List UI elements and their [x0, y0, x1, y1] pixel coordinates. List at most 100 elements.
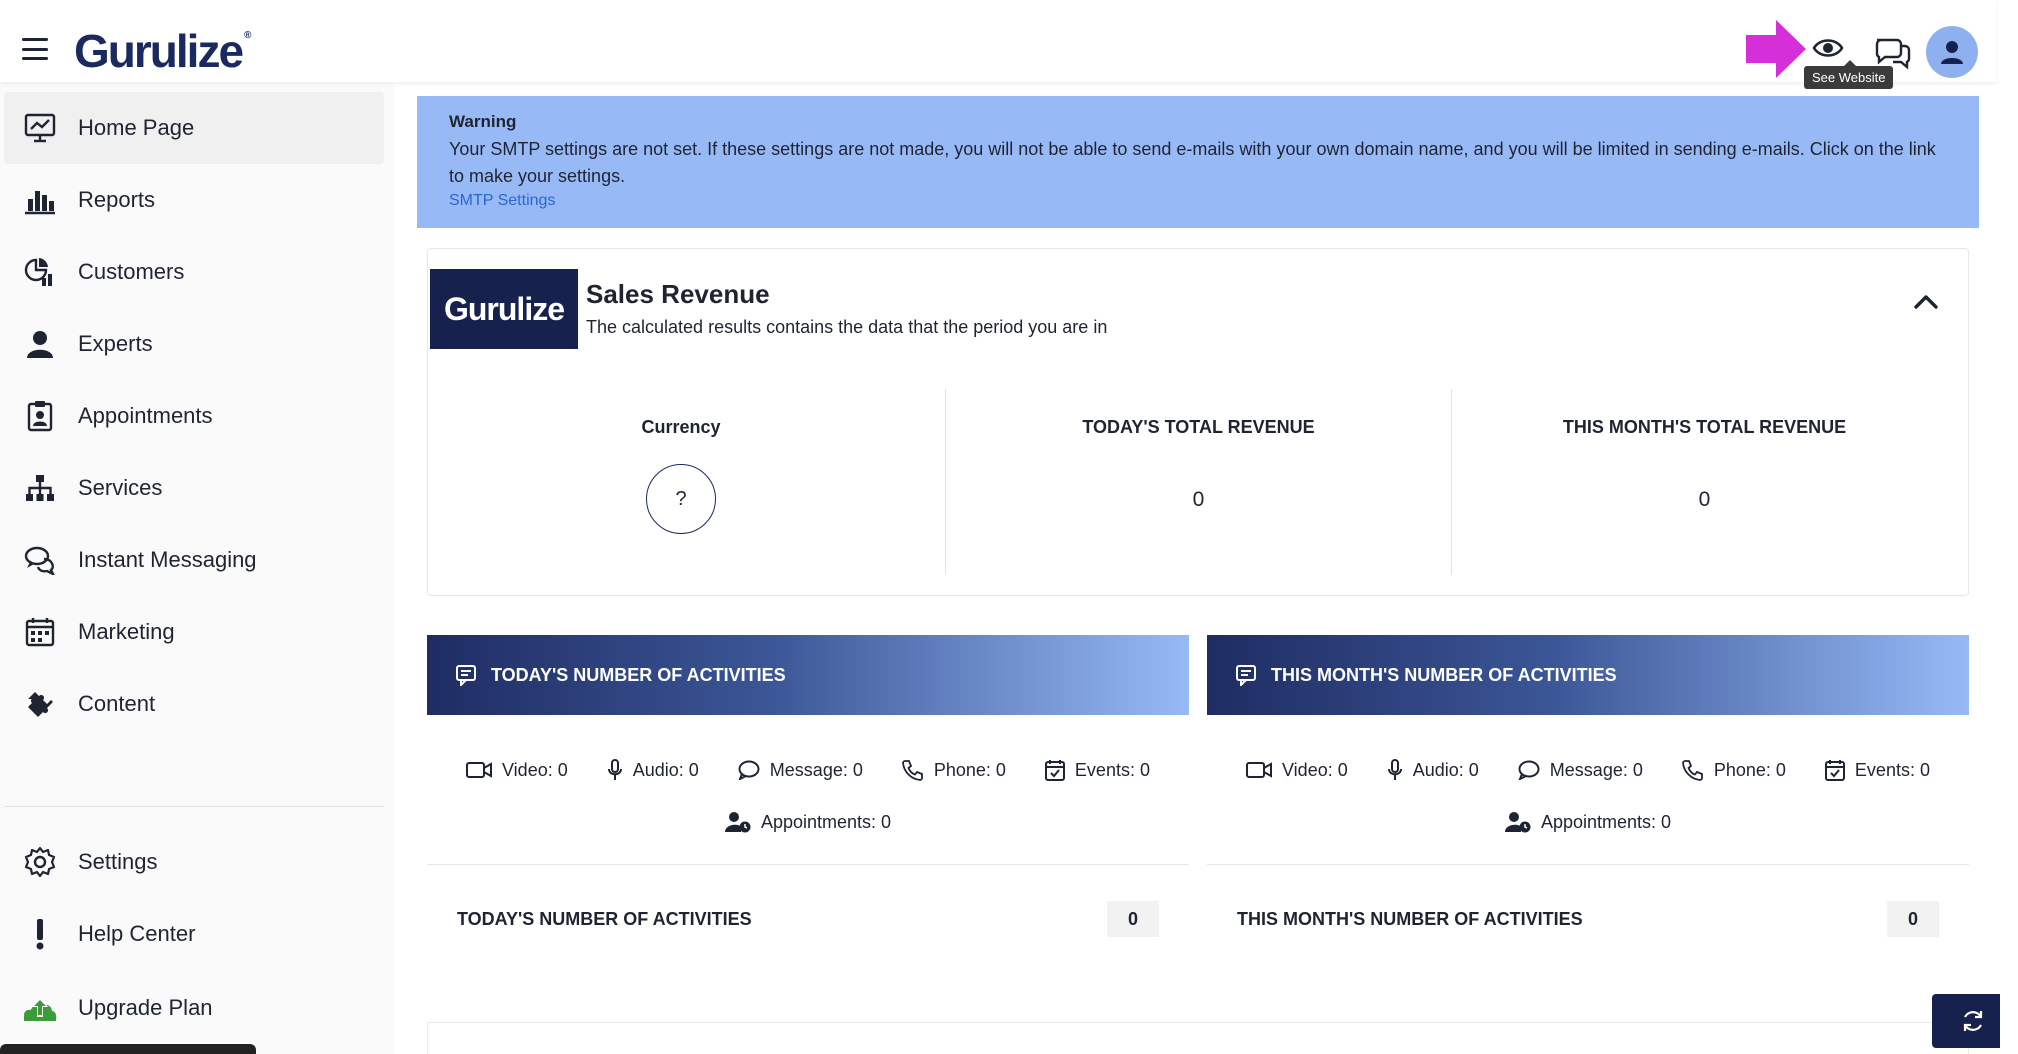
month-appointments-stat: Appointments: 0	[1504, 811, 1672, 833]
today-appointments-label: Appointments: 0	[760, 811, 892, 832]
today-activities-footer: TODAY'S NUMBER OF ACTIVITIES 0	[427, 865, 1189, 973]
user-icon	[1941, 41, 1963, 64]
currency-column: Currency ?	[428, 389, 934, 575]
video-camera-icon	[1246, 762, 1272, 778]
month-message-stat: Message: 0	[1518, 759, 1643, 781]
top-header: Gurulize ® See Website	[0, 0, 1996, 89]
currency-label: Currency	[641, 417, 721, 437]
month-video-stat: Video: 0	[1246, 759, 1348, 781]
eye-icon[interactable]	[1808, 28, 1848, 68]
calendar-check-icon	[1824, 760, 1845, 781]
sidebar-item-label: Instant Messaging	[78, 547, 257, 572]
today-events-stat: Events: 0	[1044, 759, 1150, 781]
today-activities-header: TODAY'S NUMBER OF ACTIVITIES	[427, 635, 1189, 715]
sidebar-item-content[interactable]: Content	[4, 668, 384, 740]
sidebar-item-services[interactable]: Services	[4, 452, 384, 524]
month-audio-stat: Audio: 0	[1387, 759, 1479, 781]
sidebar-item-customers[interactable]: Customers	[4, 236, 384, 308]
sales-revenue-card: Gurulize Sales Revenue The calculated re…	[427, 248, 1969, 596]
today-revenue-column: TODAY'S TOTAL REVENUE 0	[945, 389, 1451, 575]
speech-bubble-icon	[738, 760, 760, 780]
exclamation-icon	[36, 919, 44, 950]
smtp-settings-link[interactable]: SMTP Settings	[449, 192, 555, 210]
sidebar-item-experts[interactable]: Experts	[4, 308, 384, 380]
currency-symbol-text: ?	[675, 487, 687, 510]
page-scrollbar[interactable]	[2000, 0, 2018, 1054]
microphone-icon	[607, 759, 622, 780]
month-activities-stats: Video: 0 Audio: 0 Message: 0 Phone: 0 Ev…	[1207, 715, 1969, 865]
sidebar-item-upgrade-plan[interactable]: Upgrade Plan	[4, 972, 384, 1044]
sidebar-item-label: Marketing	[78, 619, 175, 644]
video-camera-icon	[466, 762, 492, 778]
month-revenue-value: 0	[1698, 488, 1711, 511]
chevron-up-icon[interactable]	[1908, 283, 1944, 319]
today-revenue-label: TODAY'S TOTAL REVENUE	[1082, 417, 1315, 437]
pie-chart-icon	[24, 258, 52, 286]
today-revenue-value: 0	[1192, 488, 1205, 511]
sidebar-item-label: Appointments	[78, 403, 213, 428]
sidebar-item-settings[interactable]: Settings	[4, 826, 384, 898]
month-video-label: Video: 0	[1282, 759, 1348, 780]
chat-bubbles-icon	[24, 546, 55, 575]
today-activities-footer-label: TODAY'S NUMBER OF ACTIVITIES	[457, 908, 752, 929]
user-icon	[27, 331, 53, 358]
warning-title: Warning	[449, 112, 517, 131]
message-square-icon	[1236, 665, 1256, 686]
message-square-icon	[456, 665, 476, 686]
monitor-chart-icon	[24, 113, 56, 143]
sidebar-divider	[4, 806, 384, 807]
sidebar-item-label: Experts	[78, 331, 153, 356]
sidebar-item-label: Reports	[78, 187, 156, 212]
chat-bubbles-icon[interactable]	[1873, 30, 1913, 70]
sidebar-item-reports[interactable]: Reports	[4, 164, 384, 236]
today-audio-label: Audio: 0	[632, 759, 699, 780]
today-events-label: Events: 0	[1074, 759, 1150, 780]
sitemap-icon	[26, 475, 54, 501]
sidebar-item-appointments[interactable]: Appointments	[4, 380, 384, 452]
speech-bubble-icon	[1518, 760, 1540, 780]
revenue-subtitle: The calculated results contains the data…	[586, 317, 1108, 337]
sidebar-item-label: Services	[78, 475, 163, 500]
next-card-partial	[427, 1022, 1969, 1054]
currency-symbol[interactable]: ?	[646, 464, 716, 534]
warning-message: Your SMTP settings are not set. If these…	[449, 139, 1936, 186]
month-activities-title: THIS MONTH'S NUMBER OF ACTIVITIES	[1271, 664, 1617, 685]
puzzle-icon	[28, 692, 53, 717]
smtp-warning-banner: Warning Your SMTP settings are not set. …	[417, 96, 1979, 228]
today-phone-stat: Phone: 0	[901, 759, 1006, 781]
user-clock-icon	[1504, 812, 1531, 833]
sidebar-item-marketing[interactable]: Marketing	[4, 596, 384, 668]
phone-icon	[1681, 760, 1703, 781]
user-clock-icon	[724, 812, 751, 833]
sidebar-item-label: Content	[78, 691, 156, 716]
user-avatar[interactable]	[1926, 26, 1978, 78]
revenue-logo: Gurulize	[430, 269, 578, 349]
sidebar-item-label: Upgrade Plan	[78, 995, 213, 1020]
pointer-arrow-icon	[1746, 20, 1806, 78]
month-activities-card: THIS MONTH'S NUMBER OF ACTIVITIES Video:…	[1207, 635, 1969, 973]
month-message-label: Message: 0	[1549, 759, 1643, 780]
month-revenue-label: THIS MONTH'S TOTAL REVENUE	[1562, 417, 1847, 437]
today-message-label: Message: 0	[769, 759, 863, 780]
sidebar-item-label: Settings	[78, 849, 158, 874]
sidebar-item-label: Customers	[78, 259, 185, 284]
month-activities-header: THIS MONTH'S NUMBER OF ACTIVITIES	[1207, 635, 1969, 715]
refresh-icon	[1963, 1011, 1983, 1031]
bottom-edge-bar	[0, 1044, 256, 1054]
calendar-grid-icon	[25, 618, 55, 647]
sidebar-item-instant-messaging[interactable]: Instant Messaging	[4, 524, 384, 596]
gear-icon	[24, 846, 56, 878]
today-activities-card: TODAY'S NUMBER OF ACTIVITIES Video: 0 Au…	[427, 635, 1189, 973]
microphone-icon	[1387, 759, 1402, 780]
month-activities-footer: THIS MONTH'S NUMBER OF ACTIVITIES 0	[1207, 865, 1969, 973]
sidebar: Home Page Reports Customers Experts Appo…	[0, 82, 394, 1054]
sidebar-item-home-page[interactable]: Home Page	[4, 92, 384, 164]
sidebar-item-label: Home Page	[78, 115, 195, 140]
hamburger-menu-icon[interactable]	[22, 38, 48, 60]
brand-logo[interactable]: Gurulize ®	[74, 24, 251, 78]
month-appointments-label: Appointments: 0	[1540, 811, 1672, 832]
month-revenue-column: THIS MONTH'S TOTAL REVENUE 0	[1451, 389, 1957, 575]
today-activities-title: TODAY'S NUMBER OF ACTIVITIES	[491, 664, 786, 685]
today-message-stat: Message: 0	[738, 759, 863, 781]
sidebar-item-help-center[interactable]: Help Center	[4, 898, 384, 970]
